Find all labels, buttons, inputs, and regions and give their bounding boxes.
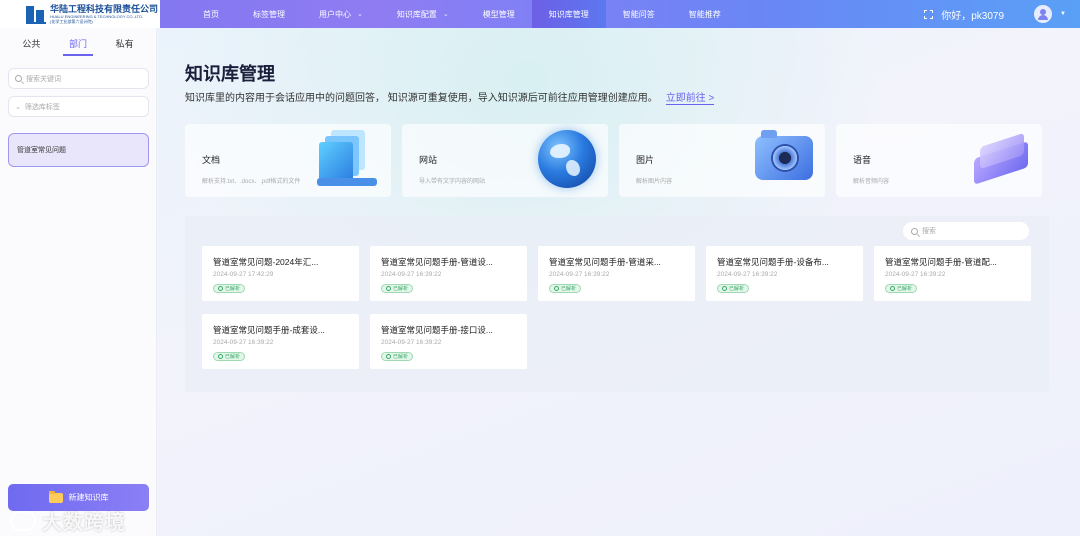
status-badge: 已解析: [381, 284, 414, 293]
check-circle-icon: [218, 286, 223, 291]
logo-mark-icon: [26, 4, 46, 24]
document-card[interactable]: 管道室常见问题手册-设备布... 2024-09-27 16:39:22 已解析: [706, 246, 863, 301]
tab-public[interactable]: 公共: [14, 31, 48, 56]
check-circle-icon: [722, 286, 727, 291]
nav-smart-qa[interactable]: 智能问答: [606, 0, 672, 28]
source-type-cards: 文档 解析支持.txt、.docx、.pdf格式的文件 网站 导入带有文字内容的…: [185, 124, 1042, 197]
logo-name: 华陆工程科技有限责任公司: [50, 3, 159, 14]
tab-department[interactable]: 部门: [61, 31, 95, 56]
check-circle-icon: [386, 286, 391, 291]
document-stack-icon: [317, 128, 379, 190]
status-badge: 已解析: [885, 284, 918, 293]
nav-smart-recommend[interactable]: 智能推荐: [672, 0, 738, 28]
watermark-logo-icon: [10, 510, 36, 531]
page-title: 知识库管理: [185, 64, 275, 84]
camera-icon: [755, 130, 813, 180]
check-circle-icon: [386, 354, 391, 359]
kb-search-input[interactable]: 搜索关键词: [8, 68, 149, 89]
folder-icon: [48, 490, 63, 503]
caret-down-icon[interactable]: ▼: [1060, 11, 1066, 17]
nav-user-center[interactable]: 用户中心 ⌄: [302, 0, 380, 28]
check-circle-icon: [218, 354, 223, 359]
logo-subtitle: (化学工业部第六设计院): [50, 18, 93, 24]
status-badge: 已解析: [381, 352, 414, 361]
goto-app-management-link[interactable]: 立即前往 >: [665, 89, 715, 105]
logo-english-name: HUALU ENGINEERING & TECHNOLOGY CO.,LTD.: [50, 13, 144, 19]
user-greeting: 你好，pk3079: [941, 10, 1005, 22]
watermark: 大数跨境: [10, 506, 126, 535]
nav-kb-management[interactable]: 知识库管理: [531, 0, 606, 28]
search-icon: [911, 227, 918, 235]
top-navbar: 华陆工程科技有限责任公司 HUALU ENGINEERING & TECHNOL…: [0, 0, 1080, 28]
nav-tag-management[interactable]: 标签管理: [236, 0, 302, 28]
status-badge: 已解析: [717, 284, 750, 293]
source-card-audio[interactable]: 语音 解析音频内容: [836, 124, 1042, 197]
main-nav: 首页 标签管理 用户中心 ⌄ 知识库配置 ⌄ 模型管理 知识库管理 智能问答 智能推…: [186, 0, 738, 28]
source-card-document[interactable]: 文档 解析支持.txt、.docx、.pdf格式的文件: [185, 124, 391, 197]
sidebar: 公共 部门 私有 搜索关键词 ⌄ 筛选库标签 管道室常见问题 新建知识库: [0, 28, 157, 536]
source-card-image[interactable]: 图片 解析图片内容: [619, 124, 825, 197]
kb-scope-tabs: 公共 部门 私有: [0, 28, 156, 58]
avatar[interactable]: [1034, 5, 1053, 23]
status-badge: 已解析: [549, 284, 582, 293]
globe-icon: [538, 130, 596, 188]
document-panel: 搜索 管道室常见问题-2024年汇... 2024-09-27 17:42:29…: [185, 216, 1049, 392]
nav-home[interactable]: 首页: [186, 0, 236, 28]
audio-icon: [970, 132, 1032, 185]
status-badge: 已解析: [213, 352, 246, 361]
nav-model-management[interactable]: 模型管理: [466, 0, 532, 28]
document-card[interactable]: 管道室常见问题手册-管道配... 2024-09-27 16:39:22 已解析: [874, 246, 1031, 301]
chevron-down-icon: ⌄: [357, 11, 363, 18]
document-card[interactable]: 管道室常见问题手册-接口设... 2024-09-27 16:39:22 已解析: [370, 314, 527, 369]
tab-private[interactable]: 私有: [108, 31, 142, 56]
check-circle-icon: [890, 286, 895, 291]
chevron-down-icon: ⌄: [15, 103, 21, 111]
main-content: 知识库管理 知识库里的内容用于会话应用中的问题回答， 知识源可重复使用，导入知识…: [158, 28, 1080, 536]
nav-kb-config[interactable]: 知识库配置 ⌄: [380, 0, 466, 28]
chevron-down-icon: ⌄: [442, 11, 449, 18]
check-circle-icon: [554, 286, 559, 291]
status-badge: 已解析: [213, 284, 246, 293]
document-card[interactable]: 管道室常见问题手册-成套设... 2024-09-27 16:39:22 已解析: [202, 314, 359, 369]
document-card[interactable]: 管道室常见问题手册-管道采... 2024-09-27 16:39:22 已解析: [538, 246, 695, 301]
document-card[interactable]: 管道室常见问题手册-管道设... 2024-09-27 16:39:22 已解析: [370, 246, 527, 301]
source-card-website[interactable]: 网站 导入带有文字内容的网站: [402, 124, 608, 197]
company-logo[interactable]: 华陆工程科技有限责任公司 HUALU ENGINEERING & TECHNOL…: [0, 0, 160, 28]
search-icon: [15, 75, 22, 82]
document-search-input[interactable]: 搜索: [903, 222, 1029, 240]
tag-filter-select[interactable]: ⌄ 筛选库标签: [8, 96, 149, 117]
page-description: 知识库里的内容用于会话应用中的问题回答， 知识源可重复使用，导入知识源后可前往应…: [185, 93, 658, 104]
kb-list-item[interactable]: 管道室常见问题: [8, 133, 149, 167]
fullscreen-icon[interactable]: [924, 9, 934, 19]
document-card[interactable]: 管道室常见问题-2024年汇... 2024-09-27 17:42:29 已解…: [202, 246, 359, 301]
